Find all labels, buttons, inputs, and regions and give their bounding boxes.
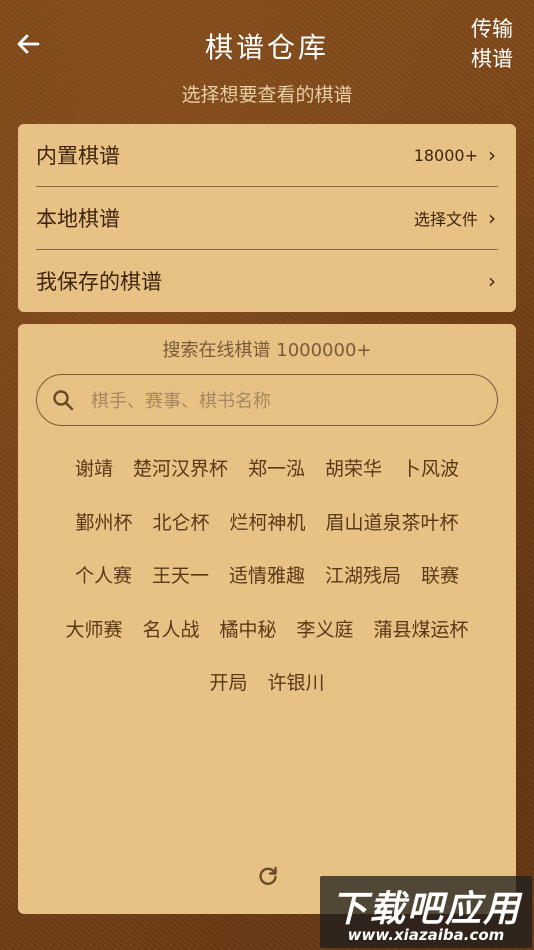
menu-item-value: 18000+ <box>413 145 478 165</box>
online-search-card: 搜索在线棋谱 1000000+ 棋手、赛事、棋书名称 谢靖 楚河汉界杯 郑一泓 … <box>18 324 516 914</box>
tag-item[interactable]: 开局 <box>209 668 247 695</box>
chevron-right-icon: › <box>488 206 496 230</box>
tag-item[interactable]: 江湖残局 <box>325 561 401 588</box>
transfer-label-line2: 棋谱 <box>471 47 513 71</box>
search-input[interactable]: 棋手、赛事、棋书名称 <box>36 374 498 426</box>
tag-item[interactable]: 卜风波 <box>402 454 459 481</box>
tag-item[interactable]: 大师赛 <box>65 615 122 642</box>
tag-item[interactable]: 王天一 <box>152 561 209 588</box>
page-title: 棋谱仓库 <box>204 31 329 64</box>
tag-row: 个人赛 王天一 适情雅趣 江湖残局 联赛 <box>18 561 516 588</box>
tag-item[interactable]: 许银川 <box>268 668 325 695</box>
transfer-label-line1: 传输 <box>471 17 513 41</box>
tag-row: 大师赛 名人战 橘中秘 李义庭 蒲县煤运杯 <box>18 615 516 642</box>
menu-item-value: 选择文件 <box>413 210 478 229</box>
tag-item[interactable]: 郑一泓 <box>248 454 305 481</box>
tag-item[interactable]: 名人战 <box>142 615 199 642</box>
tag-item[interactable]: 橘中秘 <box>219 615 276 642</box>
menu-item-local[interactable]: 本地棋谱 选择文件 › <box>36 187 498 249</box>
tag-item[interactable]: 适情雅趣 <box>229 561 305 588</box>
refresh-icon[interactable] <box>256 864 280 888</box>
tag-item[interactable]: 个人赛 <box>75 561 132 588</box>
tag-row: 开局 许银川 <box>18 668 516 695</box>
tag-row: 谢靖 楚河汉界杯 郑一泓 胡荣华 卜风波 <box>18 454 516 481</box>
tag-item[interactable]: 谢靖 <box>75 454 113 481</box>
menu-item-label: 本地棋谱 <box>36 207 120 231</box>
menu-item-label: 内置棋谱 <box>36 144 120 168</box>
tag-item[interactable]: 眉山道泉茶叶杯 <box>326 508 459 535</box>
menu-item-label: 我保存的棋谱 <box>36 270 162 294</box>
tag-item[interactable]: 楚河汉界杯 <box>133 454 228 481</box>
menu-item-builtin[interactable]: 内置棋谱 18000+ › <box>36 124 498 186</box>
tag-row: 鄞州杯 北仑杯 烂柯神机 眉山道泉茶叶杯 <box>18 508 516 535</box>
search-placeholder: 棋手、赛事、棋书名称 <box>91 391 271 412</box>
search-title: 搜索在线棋谱 1000000+ <box>162 340 372 361</box>
tag-item[interactable]: 烂柯神机 <box>230 508 306 535</box>
menu-card: 内置棋谱 18000+ › 本地棋谱 选择文件 › 我保存的棋谱 › <box>18 124 516 312</box>
watermark-logo: 下载吧应用 www.xiazaiba.com <box>320 876 532 948</box>
transfer-button[interactable]: 传输 棋谱 <box>468 14 516 74</box>
tag-item[interactable]: 鄞州杯 <box>75 508 132 535</box>
chevron-right-icon: › <box>488 143 496 167</box>
tag-item[interactable]: 联赛 <box>421 561 459 588</box>
menu-item-saved[interactable]: 我保存的棋谱 › <box>36 250 498 312</box>
tag-item[interactable]: 蒲县煤运杯 <box>374 615 469 642</box>
page-subtitle: 选择想要查看的棋谱 <box>181 84 353 106</box>
tag-item[interactable]: 北仑杯 <box>152 508 209 535</box>
watermark-url: www.xiazaiba.com <box>347 926 505 944</box>
chevron-right-icon: › <box>488 269 496 293</box>
header: 棋谱仓库 传输 棋谱 选择想要查看的棋谱 <box>0 0 534 120</box>
watermark-main: 下载吧应用 <box>330 889 521 930</box>
tag-item[interactable]: 李义庭 <box>297 615 354 642</box>
tag-item[interactable]: 胡荣华 <box>325 454 382 481</box>
search-icon <box>51 388 75 412</box>
